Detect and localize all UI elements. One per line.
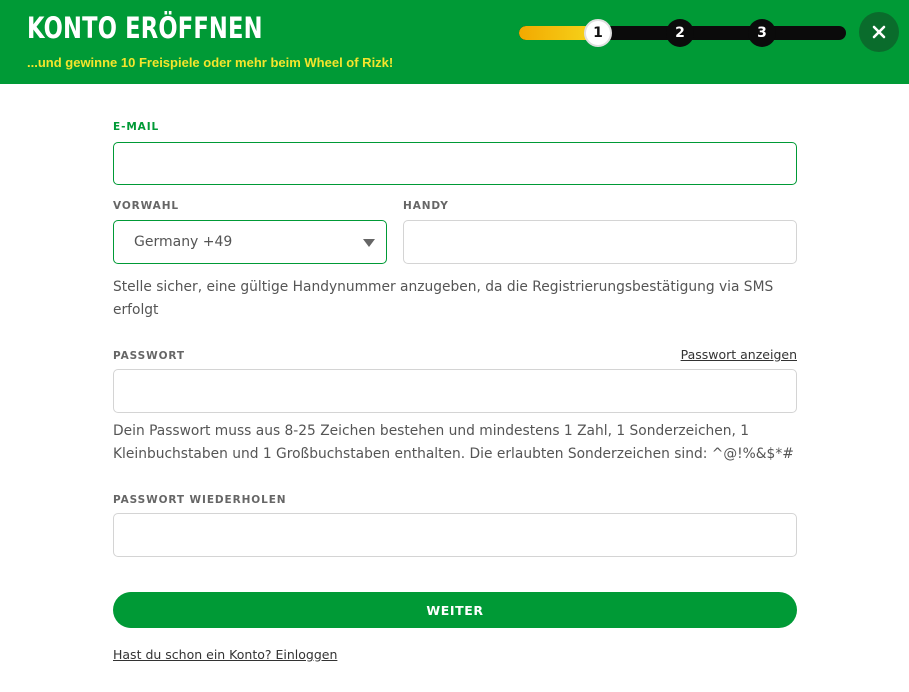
prefix-label: VORWAHL [113,200,179,212]
step-3-indicator: 3 [748,19,776,47]
page-title: KONTO ERÖFFNEN [27,11,263,45]
password-field[interactable] [113,369,797,413]
email-label: E-MAIL [113,121,160,133]
phone-label: HANDY [403,200,449,212]
step-1-indicator: 1 [584,19,612,47]
login-link[interactable]: Hast du schon ein Konto? Einloggen [113,647,337,662]
phone-hint: Stelle sicher, eine gültige Handynummer … [113,279,774,318]
step-progress-fill [519,26,591,40]
country-prefix-select[interactable]: Germany +49 [113,220,387,264]
show-password-link[interactable]: Passwort anzeigen [681,347,797,362]
password-repeat-label: PASSWORT WIEDERHOLEN [113,494,287,506]
email-field[interactable] [113,142,797,185]
continue-button[interactable]: WEITER [113,592,797,628]
header-bar: KONTO ERÖFFNEN ...und gewinne 10 Freispi… [0,0,909,84]
promo-subtitle: ...und gewinne 10 Freispiele oder mehr b… [27,55,394,70]
password-hint: Dein Passwort muss aus 8-25 Zeichen best… [113,423,794,462]
step-progress: 1 2 3 [519,19,846,47]
chevron-down-icon [363,239,375,247]
phone-field[interactable] [403,220,797,264]
password-repeat-field[interactable] [113,513,797,557]
close-button[interactable] [859,12,899,52]
country-prefix-value: Germany +49 [134,234,233,250]
step-2-indicator: 2 [666,19,694,47]
password-label: PASSWORT [113,350,185,362]
close-icon [872,25,886,39]
